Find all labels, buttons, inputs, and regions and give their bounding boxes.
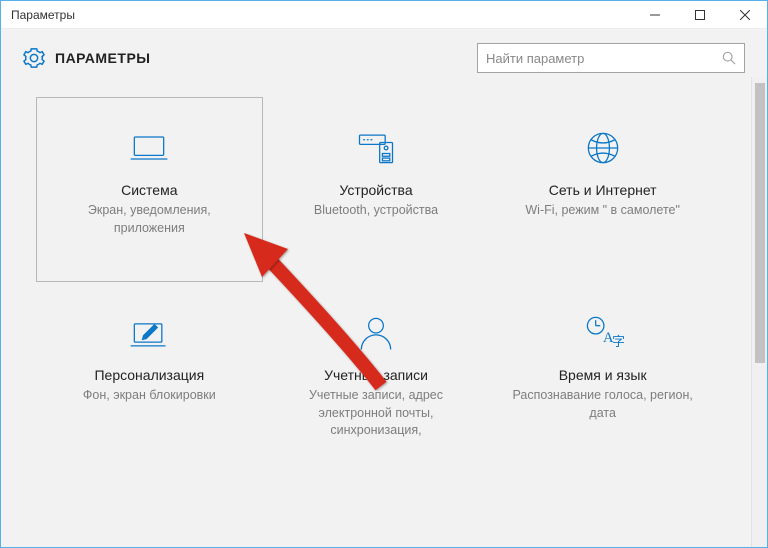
- tile-desc: Wi-Fi, режим " в самолете": [519, 202, 686, 220]
- close-button[interactable]: [722, 1, 767, 29]
- tile-personalization[interactable]: Персонализация Фон, экран блокировки: [36, 282, 263, 467]
- gear-icon: [23, 47, 45, 69]
- close-icon: [740, 10, 750, 20]
- settings-window: Параметры ПАРАМЕТРЫ: [0, 0, 768, 548]
- time-language-icon: A字: [581, 311, 625, 355]
- tile-accounts[interactable]: Учетные записи Учетные записи, адрес эле…: [263, 282, 490, 467]
- search-input[interactable]: [486, 51, 722, 66]
- tile-title: Время и язык: [559, 367, 647, 383]
- search-icon: [722, 51, 736, 65]
- tile-system[interactable]: Система Экран, уведомления, приложения: [36, 97, 263, 282]
- header: ПАРАМЕТРЫ: [1, 29, 767, 77]
- window-controls: [632, 1, 767, 29]
- globe-icon: [581, 126, 625, 170]
- tile-title: Система: [121, 182, 177, 198]
- tile-title: Устройства: [339, 182, 412, 198]
- search-box[interactable]: [477, 43, 745, 73]
- titlebar: Параметры: [1, 1, 767, 29]
- tiles-container: Система Экран, уведомления, приложения У…: [1, 77, 751, 547]
- tile-desc: Фон, экран блокировки: [77, 387, 222, 405]
- tile-desc: Учетные записи, адрес электронной почты,…: [280, 387, 473, 440]
- personalization-icon: [127, 311, 171, 355]
- tile-title: Персонализация: [94, 367, 204, 383]
- system-icon: [127, 126, 171, 170]
- tile-devices[interactable]: Устройства Bluetooth, устройства: [263, 97, 490, 282]
- minimize-button[interactable]: [632, 1, 677, 29]
- window-title: Параметры: [11, 8, 75, 22]
- minimize-icon: [650, 10, 660, 20]
- tile-title: Учетные записи: [324, 367, 428, 383]
- tile-desc: Экран, уведомления, приложения: [53, 202, 246, 237]
- tile-time-language[interactable]: A字 Время и язык Распознавание голоса, ре…: [489, 282, 716, 467]
- tile-desc: Распознавание голоса, регион, дата: [506, 387, 699, 422]
- tile-title: Сеть и Интернет: [549, 182, 657, 198]
- header-left: ПАРАМЕТРЫ: [23, 47, 151, 69]
- page-title: ПАРАМЕТРЫ: [55, 50, 151, 66]
- scrollbar[interactable]: [751, 77, 767, 547]
- content-area: Система Экран, уведомления, приложения У…: [1, 77, 767, 547]
- tiles-grid: Система Экран, уведомления, приложения У…: [36, 97, 716, 467]
- maximize-button[interactable]: [677, 1, 722, 29]
- person-icon: [354, 311, 398, 355]
- scrollbar-thumb[interactable]: [755, 83, 765, 363]
- devices-icon: [354, 126, 398, 170]
- svg-text:字: 字: [612, 335, 625, 349]
- tile-desc: Bluetooth, устройства: [308, 202, 444, 220]
- tile-network[interactable]: Сеть и Интернет Wi-Fi, режим " в самолет…: [489, 97, 716, 282]
- maximize-icon: [695, 10, 705, 20]
